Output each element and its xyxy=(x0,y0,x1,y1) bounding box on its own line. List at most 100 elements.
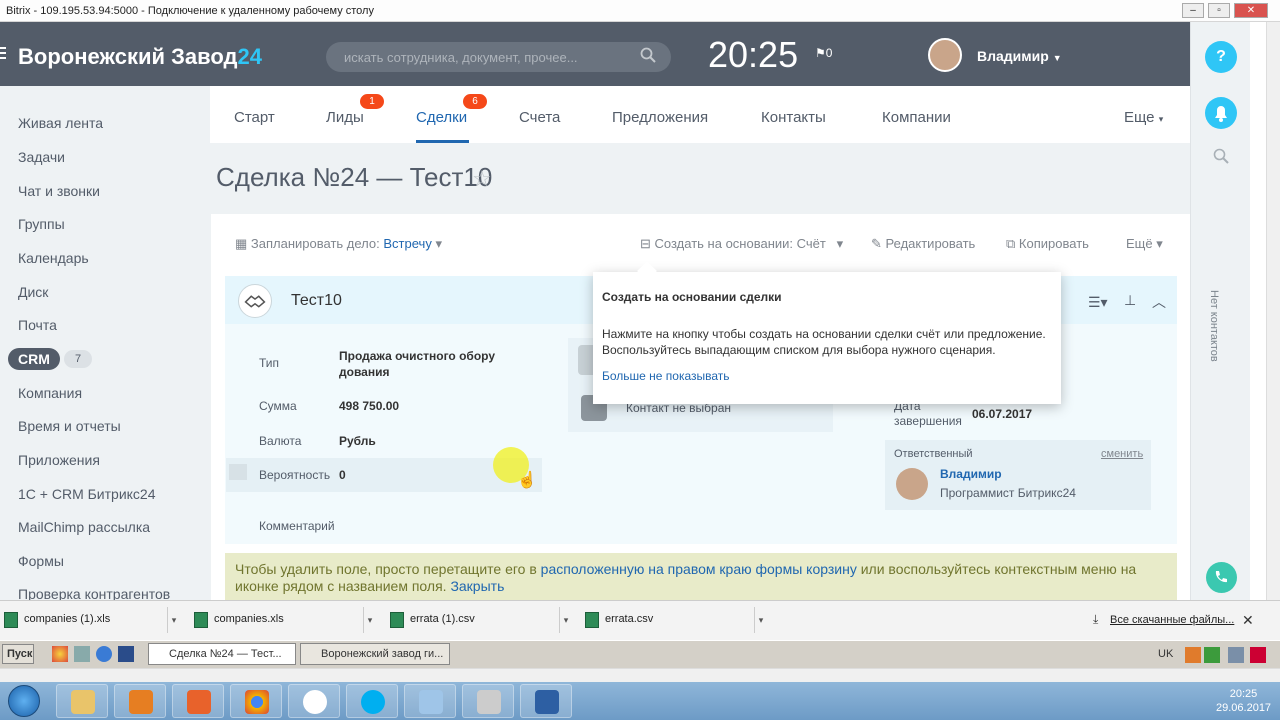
help-button[interactable]: ? xyxy=(1205,41,1237,73)
menu-item-disk[interactable]: Диск xyxy=(18,284,48,300)
minimize-button[interactable]: – xyxy=(1182,3,1204,18)
explorer-icon[interactable] xyxy=(56,684,108,718)
portal-logo[interactable]: Воронежский Завод24 xyxy=(18,44,262,70)
edit-button[interactable]: ✎ Редактировать xyxy=(871,236,975,252)
tab-companies[interactable]: Компании xyxy=(882,109,951,126)
search-icon[interactable] xyxy=(640,47,656,63)
tip-link-trash[interactable]: расположенную на правом краю формы корзи… xyxy=(541,561,857,577)
notepad-icon[interactable] xyxy=(404,684,456,718)
tray-icon[interactable] xyxy=(1185,647,1201,663)
change-resp-link[interactable]: сменить xyxy=(1101,448,1143,460)
download-menu-arrow[interactable]: ▾ xyxy=(168,607,180,633)
download-item[interactable]: errata.csv xyxy=(581,607,755,633)
flag-icon: ⚑ xyxy=(815,46,826,60)
calculator-icon[interactable] xyxy=(462,684,514,718)
menu-item-feed[interactable]: Живая лента xyxy=(18,115,103,131)
menu-item-company[interactable]: Компания xyxy=(18,385,82,401)
menu-item-chat[interactable]: Чат и звонки xyxy=(18,183,100,199)
pencil-icon: ✎ xyxy=(871,236,882,251)
phone-icon[interactable] xyxy=(1206,562,1237,593)
remote-desktop-icon[interactable] xyxy=(520,684,572,718)
field-currency-value[interactable]: Рубль xyxy=(339,433,376,449)
horizontal-scrollbar[interactable] xyxy=(0,668,1280,682)
windows-start-icon[interactable] xyxy=(8,685,40,717)
menu-item-mailchimp[interactable]: MailChimp рассылка xyxy=(18,519,150,535)
download-item[interactable]: companies.xls xyxy=(190,607,364,633)
taskbar-window-deal[interactable]: Сделка №24 — Тест... xyxy=(148,643,296,665)
tab-invoices[interactable]: Счета xyxy=(519,109,560,126)
user-menu[interactable]: Владимир ▼ xyxy=(977,48,1062,64)
menu-item-tasks[interactable]: Задачи xyxy=(18,149,65,165)
taskbar-window-portal[interactable]: Воронежский завод ги... xyxy=(300,643,450,665)
csv-icon xyxy=(390,612,404,628)
media-player-icon[interactable] xyxy=(114,684,166,718)
plan-activity-button[interactable]: ▦ Запланировать дело: Встречу ▾ xyxy=(235,236,442,252)
menu-item-mail[interactable]: Почта xyxy=(18,317,57,333)
collapse-icon[interactable]: ︿ xyxy=(1152,292,1166,312)
pin-icon[interactable]: ⊥ xyxy=(1124,292,1136,309)
chrome-icon[interactable] xyxy=(52,646,68,662)
star-icon[interactable]: ☆ xyxy=(472,166,492,192)
search-icon[interactable] xyxy=(1213,148,1229,164)
menu-icon[interactable] xyxy=(0,44,6,64)
tip-close-link[interactable]: Закрыть xyxy=(450,578,504,594)
list-settings-icon[interactable]: ☰▾ xyxy=(1088,294,1108,311)
tray-icon[interactable] xyxy=(1250,647,1266,663)
start-button[interactable]: Пуск xyxy=(2,644,34,664)
restore-button[interactable]: ▫ xyxy=(1208,3,1230,18)
flag-counter[interactable]: ⚑0 xyxy=(815,46,832,60)
all-downloads-link[interactable]: Все скачанные файлы... xyxy=(1110,614,1234,626)
field-sum-value[interactable]: 498 750.00 xyxy=(339,398,399,414)
scrollbar[interactable] xyxy=(1266,22,1280,600)
close-button[interactable]: ✕ xyxy=(1234,3,1268,18)
tab-start[interactable]: Старт xyxy=(234,109,275,126)
language-indicator[interactable]: UK xyxy=(1158,648,1173,660)
no-contacts-label: Нет контактов xyxy=(1208,290,1220,362)
menu-item-time[interactable]: Время и отчеты xyxy=(18,418,121,434)
menu-item-crm[interactable]: CRM xyxy=(8,348,60,370)
search-input[interactable]: искать сотрудника, документ, прочее... xyxy=(326,42,671,72)
menu-item-apps[interactable]: Приложения xyxy=(18,452,100,468)
tab-contacts[interactable]: Контакты xyxy=(761,109,826,126)
drag-handle-icon[interactable] xyxy=(229,464,247,480)
tools-icon[interactable] xyxy=(74,646,90,662)
j-app-icon[interactable] xyxy=(288,684,340,718)
tab-deals[interactable]: Сделки xyxy=(416,109,467,126)
calendar-icon: ▦ xyxy=(235,236,248,251)
desktop-icon[interactable] xyxy=(118,646,134,662)
download-item[interactable]: errata (1).csv xyxy=(386,607,560,633)
download-menu-arrow[interactable]: ▾ xyxy=(560,607,572,633)
bell-icon[interactable] xyxy=(1205,97,1237,129)
menu-item-1c[interactable]: 1С + CRM Битрикс24 xyxy=(18,486,156,502)
copy-button[interactable]: ⧉ Копировать xyxy=(1006,236,1089,252)
download-menu-arrow[interactable]: ▾ xyxy=(755,607,767,633)
ie-icon[interactable] xyxy=(96,646,112,662)
tab-leads[interactable]: Лиды xyxy=(326,109,364,126)
excel-icon xyxy=(194,612,208,628)
field-type-value[interactable]: Продажа очистного обору дования xyxy=(339,348,509,380)
tab-more[interactable]: Еще ▾ xyxy=(1124,109,1163,126)
user-avatar[interactable] xyxy=(928,38,962,72)
chrome-icon[interactable] xyxy=(230,684,282,718)
download-menu-arrow[interactable]: ▾ xyxy=(364,607,376,633)
create-based-button[interactable]: ⊟ Создать на основании: Счёт ▾ xyxy=(640,236,843,252)
tab-quotes[interactable]: Предложения xyxy=(612,109,708,126)
csv-icon xyxy=(585,612,599,628)
menu-item-groups[interactable]: Группы xyxy=(18,216,65,232)
field-prob-value[interactable]: 0 xyxy=(339,467,346,483)
skype-icon[interactable] xyxy=(346,684,398,718)
close-icon[interactable]: ✕ xyxy=(1242,612,1254,629)
app-icon[interactable] xyxy=(172,684,224,718)
menu-item-forms[interactable]: Формы xyxy=(18,553,64,569)
menu-item-calendar[interactable]: Календарь xyxy=(18,250,89,266)
download-item[interactable]: companies (1).xls xyxy=(0,607,168,633)
clock[interactable]: 20:25 xyxy=(708,34,798,76)
end-date-value[interactable]: 06.07.2017 xyxy=(972,406,1032,422)
more-actions-button[interactable]: Ещё ▾ xyxy=(1126,236,1163,252)
resp-avatar[interactable] xyxy=(896,468,928,500)
resp-name[interactable]: Владимир xyxy=(940,466,1002,482)
tray-icon[interactable] xyxy=(1228,647,1244,663)
dont-show-link[interactable]: Больше не показывать xyxy=(602,369,730,383)
tray-icon[interactable] xyxy=(1204,647,1220,663)
system-clock[interactable]: 20:25 29.06.2017 xyxy=(1216,687,1271,715)
